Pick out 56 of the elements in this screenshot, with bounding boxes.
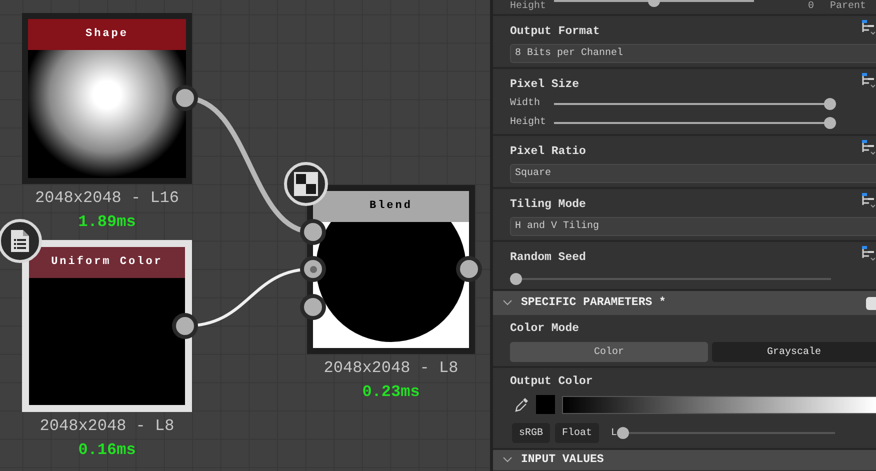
dropdown-field[interactable]: 8 Bits per Channel bbox=[510, 44, 876, 63]
mode-toggle[interactable]: Color bbox=[510, 342, 708, 362]
resolution-label: 2048x2048 - L8 bbox=[322, 358, 460, 379]
mode-toggle[interactable]: Grayscale bbox=[712, 342, 876, 362]
resolution-label: 2048x2048 - L16 bbox=[34, 188, 180, 209]
link-icon[interactable] bbox=[862, 73, 876, 89]
chevron-down-icon bbox=[503, 457, 512, 463]
header-button[interactable] bbox=[866, 297, 876, 310]
node-title: Blend bbox=[313, 191, 469, 222]
slider-track[interactable] bbox=[554, 116, 836, 130]
slider-track[interactable] bbox=[554, 96, 836, 110]
property-label: Random Seed bbox=[510, 251, 586, 265]
value-text: 0 bbox=[808, 2, 814, 12]
slider-label: Height bbox=[510, 2, 548, 12]
link-icon[interactable] bbox=[862, 193, 876, 209]
link-icon[interactable] bbox=[862, 20, 876, 36]
slider-label: Width bbox=[510, 96, 542, 111]
parent-text: Parent bbox=[830, 2, 866, 12]
node-frame[interactable]: Blend bbox=[307, 185, 475, 354]
eyedropper-icon[interactable] bbox=[515, 397, 529, 412]
property-label: Tiling Mode bbox=[510, 198, 586, 212]
section-title: SPECIFIC PARAMETERS * bbox=[521, 295, 666, 312]
link-icon[interactable] bbox=[862, 140, 876, 156]
section-title: INPUT VALUES bbox=[521, 452, 604, 468]
dropdown-field[interactable]: Square bbox=[510, 164, 876, 183]
property-label: Color Mode bbox=[510, 322, 580, 336]
slider-track[interactable] bbox=[510, 272, 831, 286]
slider-thumb[interactable] bbox=[824, 98, 836, 110]
document-icon bbox=[11, 230, 29, 252]
node-title: Uniform Color bbox=[29, 247, 185, 278]
slider-track[interactable] bbox=[617, 426, 836, 440]
section-header[interactable]: SPECIFIC PARAMETERS * bbox=[493, 291, 876, 315]
link-icon[interactable] bbox=[862, 246, 876, 262]
render-time: 0.23ms bbox=[361, 382, 421, 403]
node-frame[interactable]: Shape bbox=[22, 13, 192, 184]
resolution-label: 2048x2048 - L8 bbox=[38, 416, 176, 437]
node-frame[interactable]: Uniform Color bbox=[22, 240, 192, 412]
slider-thumb[interactable] bbox=[824, 116, 836, 128]
dropdown-field[interactable]: H and V Tiling bbox=[510, 217, 876, 236]
property-label: Pixel Size bbox=[510, 78, 580, 92]
render-time: 0.16ms bbox=[77, 440, 137, 461]
property-label: Output Format bbox=[510, 25, 600, 39]
channel-label: L bbox=[611, 426, 618, 440]
color-swatch[interactable] bbox=[536, 395, 555, 414]
format-button[interactable]: Float bbox=[555, 423, 600, 443]
slider-thumb[interactable] bbox=[510, 273, 522, 285]
property-label: Output Color bbox=[510, 375, 593, 389]
section-header[interactable]: INPUT VALUES bbox=[493, 450, 876, 470]
slider-thumb[interactable] bbox=[617, 427, 630, 439]
format-button[interactable]: sRGB bbox=[512, 423, 550, 443]
render-time: 1.89ms bbox=[77, 212, 137, 233]
checker-icon bbox=[294, 172, 318, 196]
node-title: Shape bbox=[28, 19, 186, 50]
chevron-down-icon bbox=[503, 300, 512, 306]
property-label: Pixel Ratio bbox=[510, 145, 586, 159]
slider-label: Height bbox=[510, 116, 548, 130]
